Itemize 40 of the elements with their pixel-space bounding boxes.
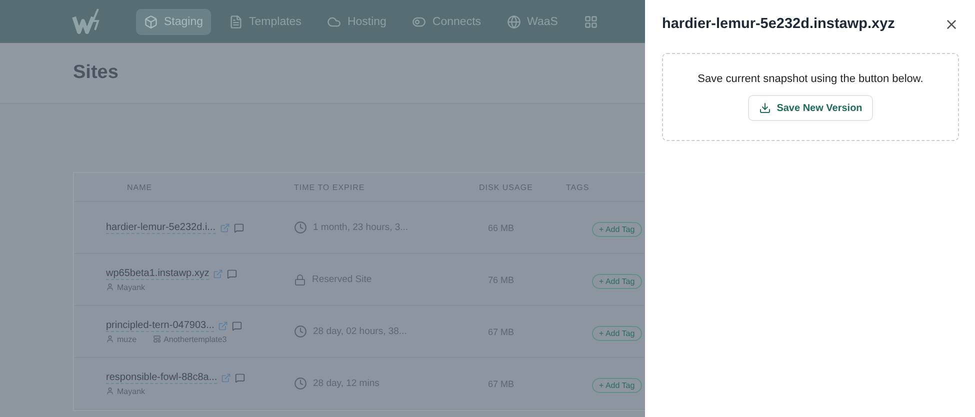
cloud-icon [327,14,342,28]
drawer-title: hardier-lemur-5e232d.instawp.xyz [662,16,895,32]
site-link[interactable]: hardier-lemur-5e232d.i... [106,222,216,234]
site-link[interactable]: principled-tern-047903... [106,320,214,332]
document-icon [229,14,244,28]
external-link-icon[interactable] [213,268,224,278]
toggle-icon [412,14,426,28]
user-icon [106,283,114,291]
layout-icon [152,335,161,343]
chat-icon[interactable] [232,320,242,330]
external-link-icon[interactable] [218,320,228,330]
add-tag-button[interactable]: + Add Tag [592,222,642,236]
chat-icon[interactable] [227,268,238,278]
site-link[interactable]: wp65beta1.instawp.xyz [106,268,210,280]
site-link[interactable]: responsible-fowl-88c8a... [106,372,218,384]
nav-tab[interactable]: WaaS [499,8,566,34]
chat-icon[interactable] [235,372,246,382]
grid-icon [584,14,598,28]
chat-icon[interactable] [234,222,244,232]
external-link-icon[interactable] [221,372,232,382]
external-link-icon[interactable] [220,222,230,232]
save-version-button[interactable]: Save New Version [748,95,874,121]
cube-icon [144,14,158,28]
clock-icon [294,377,307,390]
nav-tab[interactable]: Hosting [319,8,394,34]
page-title: Sites [73,62,118,84]
globe-icon [507,14,522,28]
add-tag-button[interactable]: + Add Tag [592,326,642,340]
nav-tab[interactable]: Templates [221,8,310,34]
nav-tab[interactable]: Staging [136,8,212,34]
user-icon [106,335,114,343]
clock-icon [294,325,307,338]
clock-icon [294,221,307,234]
snapshot-message: Save current snapshot using the button below. [698,73,924,85]
lock-icon [294,274,306,286]
add-tag-button[interactable]: + Add Tag [592,378,642,392]
user-icon [106,387,114,395]
add-tag-button[interactable]: + Add Tag [592,274,642,288]
download-icon [758,102,771,114]
nav-tab[interactable]: Connects [404,8,490,34]
